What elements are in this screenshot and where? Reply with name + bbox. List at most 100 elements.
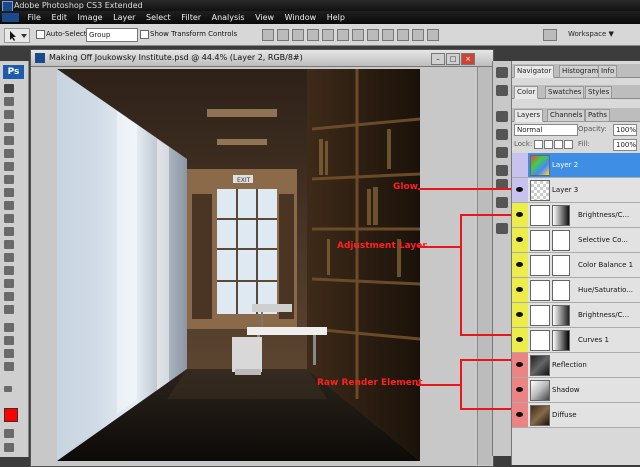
auto-select-checkbox[interactable] <box>36 30 45 39</box>
menu-image[interactable]: Image <box>74 11 107 24</box>
visibility-eye-icon[interactable] <box>512 228 528 252</box>
align-vcenter-icon[interactable] <box>277 29 289 41</box>
layer-row-raw[interactable]: Reflection <box>512 353 640 378</box>
tools-preset-icon[interactable] <box>496 111 508 122</box>
notes-tool-icon[interactable] <box>4 323 14 332</box>
layer-row-layer-3[interactable]: Layer 3 <box>512 178 640 203</box>
eyedropper-tool-icon[interactable] <box>4 336 14 345</box>
layer-row-adjustment[interactable]: Hue/Saturatio... <box>512 278 640 303</box>
visibility-eye-icon[interactable] <box>512 203 528 227</box>
panel-icon-1[interactable] <box>496 67 508 78</box>
marquee-tool-icon[interactable] <box>4 97 14 106</box>
slice-tool-icon[interactable] <box>4 149 14 158</box>
panel-icon-2[interactable] <box>496 85 508 96</box>
align-hcenter-icon[interactable] <box>322 29 334 41</box>
shape-tool-icon[interactable] <box>4 305 14 314</box>
tab-histogram[interactable]: Histogram <box>559 65 602 78</box>
path-select-icon[interactable] <box>4 292 14 301</box>
character-icon[interactable] <box>496 197 508 208</box>
layer-row-adjustment[interactable]: Curves 1 <box>512 328 640 353</box>
menu-view[interactable]: View <box>251 11 278 24</box>
brushes-icon[interactable] <box>496 129 508 140</box>
tab-paths[interactable]: Paths <box>585 109 611 122</box>
history-icon[interactable] <box>496 165 508 176</box>
pen-tool-icon[interactable] <box>4 266 14 275</box>
quick-mask-icon[interactable] <box>4 429 14 438</box>
tab-navigator[interactable]: Navigator <box>514 65 555 78</box>
fill-field[interactable]: 100% <box>613 139 637 151</box>
visibility-eye-icon[interactable] <box>512 328 528 352</box>
layer-row-adjustment[interactable]: Brightness/C... <box>512 303 640 328</box>
blend-mode-dropdown[interactable]: Normal <box>514 124 578 136</box>
auto-select-dropdown[interactable]: Group <box>86 28 138 42</box>
lock-position-icon[interactable] <box>554 140 563 149</box>
hand-tool-icon[interactable] <box>4 349 14 358</box>
zoom-tool-icon[interactable] <box>4 362 14 371</box>
menu-select[interactable]: Select <box>142 11 175 24</box>
visibility-eye-icon[interactable] <box>512 303 528 327</box>
vertical-scrollbar[interactable] <box>477 67 492 465</box>
lock-transparent-icon[interactable] <box>534 140 543 149</box>
clone-source-icon[interactable] <box>496 147 508 158</box>
tab-channels[interactable]: Channels <box>547 109 586 122</box>
distribute-hcenter-icon[interactable] <box>412 29 424 41</box>
tab-styles[interactable]: Styles <box>585 86 613 99</box>
brush-tool-icon[interactable] <box>4 175 14 184</box>
close-icon[interactable]: × <box>461 53 475 65</box>
align-left-icon[interactable] <box>307 29 319 41</box>
crop-tool-icon[interactable] <box>4 136 14 145</box>
opacity-field[interactable]: 100% <box>613 124 637 136</box>
render-canvas[interactable]: EXIT <box>57 69 420 461</box>
auto-align-icon[interactable] <box>543 29 557 41</box>
align-bottom-icon[interactable] <box>292 29 304 41</box>
foreground-color-swatch[interactable] <box>4 408 18 422</box>
layer-row-adjustment[interactable]: Selective Co... <box>512 228 640 253</box>
visibility-eye-icon[interactable] <box>512 403 528 427</box>
menu-help[interactable]: Help <box>323 11 349 24</box>
type-tool-icon[interactable] <box>4 279 14 288</box>
visibility-eye-icon[interactable] <box>512 178 528 202</box>
menu-edit[interactable]: Edit <box>47 11 71 24</box>
menu-file[interactable]: File <box>24 11 45 24</box>
menu-layer[interactable]: Layer <box>109 11 139 24</box>
tab-swatches[interactable]: Swatches <box>545 86 585 99</box>
visibility-eye-icon[interactable] <box>512 253 528 277</box>
gradient-tool-icon[interactable] <box>4 227 14 236</box>
screen-mode-icon[interactable] <box>4 443 14 452</box>
align-top-icon[interactable] <box>262 29 274 41</box>
move-tool-preset-picker[interactable] <box>4 28 30 43</box>
clone-stamp-icon[interactable] <box>4 188 14 197</box>
distribute-bottom-icon[interactable] <box>382 29 394 41</box>
history-brush-icon[interactable] <box>4 201 14 210</box>
visibility-eye-icon[interactable] <box>512 278 528 302</box>
show-transform-checkbox[interactable] <box>140 30 149 39</box>
blur-tool-icon[interactable] <box>4 240 14 249</box>
workspace-menu[interactable]: Workspace ▼ <box>568 28 614 40</box>
visibility-eye-icon[interactable] <box>512 353 528 377</box>
tab-info[interactable]: Info <box>598 65 618 78</box>
eraser-tool-icon[interactable] <box>4 214 14 223</box>
visibility-eye-icon[interactable] <box>512 378 528 402</box>
menu-analysis[interactable]: Analysis <box>208 11 249 24</box>
layer-row-adjustment[interactable]: Brightness/C... <box>512 203 640 228</box>
distribute-top-icon[interactable] <box>352 29 364 41</box>
move-tool-icon[interactable] <box>4 84 14 93</box>
align-right-icon[interactable] <box>337 29 349 41</box>
ps-menu-icon[interactable] <box>2 13 19 22</box>
layer-row-raw[interactable]: Diffuse <box>512 403 640 428</box>
dodge-tool-icon[interactable] <box>4 253 14 262</box>
layer-comps-icon[interactable] <box>496 223 508 234</box>
lasso-tool-icon[interactable] <box>4 110 14 119</box>
tab-color[interactable]: Color <box>514 86 539 99</box>
tab-layers[interactable]: Layers <box>514 109 544 122</box>
layer-row-adjustment[interactable]: Color Balance 1 <box>512 253 640 278</box>
menu-filter[interactable]: Filter <box>177 11 205 24</box>
healing-brush-icon[interactable] <box>4 162 14 171</box>
minimize-icon[interactable]: – <box>431 53 445 65</box>
layer-row-layer-2[interactable]: Layer 2 <box>512 153 640 178</box>
lock-all-icon[interactable] <box>564 140 573 149</box>
distribute-left-icon[interactable] <box>397 29 409 41</box>
maximize-icon[interactable]: □ <box>446 53 460 65</box>
distribute-vcenter-icon[interactable] <box>367 29 379 41</box>
menu-window[interactable]: Window <box>281 11 321 24</box>
